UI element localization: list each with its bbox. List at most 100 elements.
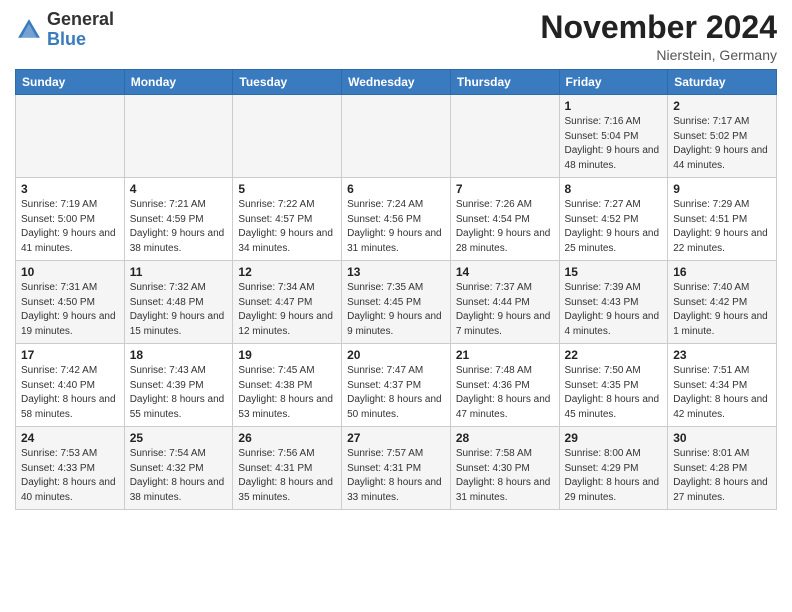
day-detail: Sunrise: 7:51 AM Sunset: 4:34 PM Dayligh…	[673, 364, 771, 422]
day-detail: Sunrise: 7:47 AM Sunset: 4:37 PM Dayligh…	[347, 364, 445, 422]
title-block: November 2024 Nierstein, Germany	[540, 10, 777, 63]
day-detail: Sunrise: 7:43 AM Sunset: 4:39 PM Dayligh…	[130, 364, 228, 422]
day-number: 29	[565, 431, 663, 445]
calendar-table: Sunday Monday Tuesday Wednesday Thursday…	[15, 69, 777, 510]
calendar-cell: 10 Sunrise: 7:31 AM Sunset: 4:50 PM Dayli…	[16, 261, 125, 344]
calendar-cell: 4Sunrise: 7:21 AM Sunset: 4:59 PM Daylig…	[124, 178, 233, 261]
day-detail: Sunrise: 8:01 AM Sunset: 4:28 PM Dayligh…	[673, 447, 771, 505]
calendar-cell: 8Sunrise: 7:27 AM Sunset: 4:52 PM Daylig…	[559, 178, 668, 261]
calendar-cell: 24Sunrise: 7:53 AM Sunset: 4:33 PM Dayli…	[16, 427, 125, 510]
col-monday: Monday	[124, 70, 233, 95]
day-number: 2	[673, 99, 771, 113]
day-detail: Sunrise: 7:37 AM Sunset: 4:44 PM Dayligh…	[456, 281, 554, 339]
day-detail: Sunrise: 7:16 AM Sunset: 5:04 PM Dayligh…	[565, 115, 663, 173]
day-number: 4	[130, 182, 228, 196]
calendar-cell: 19 Sunrise: 7:45 AM Sunset: 4:38 PM Dayli…	[233, 344, 342, 427]
col-friday: Friday	[559, 70, 668, 95]
calendar-cell: 12Sunrise: 7:34 AM Sunset: 4:47 PM Dayli…	[233, 261, 342, 344]
day-number: 5	[238, 182, 336, 196]
day-number: 7	[456, 182, 554, 196]
calendar-cell: 23 Sunrise: 7:51 AM Sunset: 4:34 PM Dayli…	[668, 344, 777, 427]
day-detail: Sunrise: 7:57 AM Sunset: 4:31 PM Dayligh…	[347, 447, 445, 505]
calendar-cell	[342, 95, 451, 178]
day-number: 6	[347, 182, 445, 196]
day-detail: Sunrise: 7:56 AM Sunset: 4:31 PM Dayligh…	[238, 447, 336, 505]
calendar-cell: 2 Sunrise: 7:17 AM Sunset: 5:02 PM Daylig…	[668, 95, 777, 178]
calendar-cell: 27 Sunrise: 7:57 AM Sunset: 4:31 PM Dayli…	[342, 427, 451, 510]
day-number: 15	[565, 265, 663, 279]
calendar-cell: 20 Sunrise: 7:47 AM Sunset: 4:37 PM Dayli…	[342, 344, 451, 427]
day-number: 17	[21, 348, 119, 362]
calendar-cell: 14 Sunrise: 7:37 AM Sunset: 4:44 PM Dayli…	[450, 261, 559, 344]
day-detail: Sunrise: 7:19 AM Sunset: 5:00 PM Dayligh…	[21, 198, 119, 256]
logo: General Blue	[15, 10, 114, 50]
day-detail: Sunrise: 7:48 AM Sunset: 4:36 PM Dayligh…	[456, 364, 554, 422]
calendar-cell: 29Sunrise: 8:00 AM Sunset: 4:29 PM Dayli…	[559, 427, 668, 510]
day-number: 18	[130, 348, 228, 362]
day-number: 30	[673, 431, 771, 445]
calendar-cell	[16, 95, 125, 178]
day-number: 28	[456, 431, 554, 445]
day-detail: Sunrise: 7:45 AM Sunset: 4:38 PM Dayligh…	[238, 364, 336, 422]
day-detail: Sunrise: 7:32 AM Sunset: 4:48 PM Dayligh…	[130, 281, 228, 339]
calendar-cell: 16 Sunrise: 7:40 AM Sunset: 4:42 PM Dayli…	[668, 261, 777, 344]
day-detail: Sunrise: 7:39 AM Sunset: 4:43 PM Dayligh…	[565, 281, 663, 339]
calendar-cell: 11 Sunrise: 7:32 AM Sunset: 4:48 PM Dayli…	[124, 261, 233, 344]
day-number: 25	[130, 431, 228, 445]
day-number: 8	[565, 182, 663, 196]
day-number: 14	[456, 265, 554, 279]
calendar-cell: 15 Sunrise: 7:39 AM Sunset: 4:43 PM Dayli…	[559, 261, 668, 344]
logo-icon	[15, 16, 43, 44]
logo-general: General	[47, 9, 114, 29]
day-number: 21	[456, 348, 554, 362]
day-number: 12	[238, 265, 336, 279]
calendar-cell: 25 Sunrise: 7:54 AM Sunset: 4:32 PM Dayli…	[124, 427, 233, 510]
day-number: 20	[347, 348, 445, 362]
month-title: November 2024	[540, 10, 777, 45]
day-detail: Sunrise: 7:42 AM Sunset: 4:40 PM Dayligh…	[21, 364, 119, 422]
day-number: 23	[673, 348, 771, 362]
calendar-header: Sunday Monday Tuesday Wednesday Thursday…	[16, 70, 777, 95]
day-number: 26	[238, 431, 336, 445]
calendar-cell: 18 Sunrise: 7:43 AM Sunset: 4:39 PM Dayli…	[124, 344, 233, 427]
day-detail: Sunrise: 7:54 AM Sunset: 4:32 PM Dayligh…	[130, 447, 228, 505]
day-detail: Sunrise: 7:31 AM Sunset: 4:50 PM Dayligh…	[21, 281, 119, 339]
day-detail: Sunrise: 7:17 AM Sunset: 5:02 PM Dayligh…	[673, 115, 771, 173]
col-wednesday: Wednesday	[342, 70, 451, 95]
day-detail: Sunrise: 7:29 AM Sunset: 4:51 PM Dayligh…	[673, 198, 771, 256]
day-number: 13	[347, 265, 445, 279]
calendar-cell: 3Sunrise: 7:19 AM Sunset: 5:00 PM Daylig…	[16, 178, 125, 261]
calendar-cell: 22Sunrise: 7:50 AM Sunset: 4:35 PM Dayli…	[559, 344, 668, 427]
calendar-page: General Blue November 2024 Nierstein, Ge…	[0, 0, 792, 612]
day-number: 16	[673, 265, 771, 279]
day-detail: Sunrise: 7:58 AM Sunset: 4:30 PM Dayligh…	[456, 447, 554, 505]
location: Nierstein, Germany	[540, 47, 777, 63]
calendar-cell: 6 Sunrise: 7:24 AM Sunset: 4:56 PM Daylig…	[342, 178, 451, 261]
day-detail: Sunrise: 7:40 AM Sunset: 4:42 PM Dayligh…	[673, 281, 771, 339]
day-number: 27	[347, 431, 445, 445]
day-number: 22	[565, 348, 663, 362]
header-row: Sunday Monday Tuesday Wednesday Thursday…	[16, 70, 777, 95]
calendar-body: 1Sunrise: 7:16 AM Sunset: 5:04 PM Daylig…	[16, 95, 777, 510]
calendar-week-3: 10 Sunrise: 7:31 AM Sunset: 4:50 PM Dayli…	[16, 261, 777, 344]
calendar-week-2: 3Sunrise: 7:19 AM Sunset: 5:00 PM Daylig…	[16, 178, 777, 261]
calendar-cell: 28 Sunrise: 7:58 AM Sunset: 4:30 PM Dayli…	[450, 427, 559, 510]
col-sunday: Sunday	[16, 70, 125, 95]
day-number: 11	[130, 265, 228, 279]
day-number: 19	[238, 348, 336, 362]
day-detail: Sunrise: 7:24 AM Sunset: 4:56 PM Dayligh…	[347, 198, 445, 256]
calendar-cell: 30 Sunrise: 8:01 AM Sunset: 4:28 PM Dayli…	[668, 427, 777, 510]
calendar-cell: 13Sunrise: 7:35 AM Sunset: 4:45 PM Dayli…	[342, 261, 451, 344]
calendar-cell	[233, 95, 342, 178]
calendar-cell	[124, 95, 233, 178]
calendar-cell	[450, 95, 559, 178]
logo-blue: Blue	[47, 29, 86, 49]
day-number: 10	[21, 265, 119, 279]
day-number: 24	[21, 431, 119, 445]
col-saturday: Saturday	[668, 70, 777, 95]
calendar-cell: 17 Sunrise: 7:42 AM Sunset: 4:40 PM Dayli…	[16, 344, 125, 427]
logo-text: General Blue	[47, 10, 114, 50]
day-number: 9	[673, 182, 771, 196]
calendar-week-1: 1Sunrise: 7:16 AM Sunset: 5:04 PM Daylig…	[16, 95, 777, 178]
calendar-week-5: 24Sunrise: 7:53 AM Sunset: 4:33 PM Dayli…	[16, 427, 777, 510]
